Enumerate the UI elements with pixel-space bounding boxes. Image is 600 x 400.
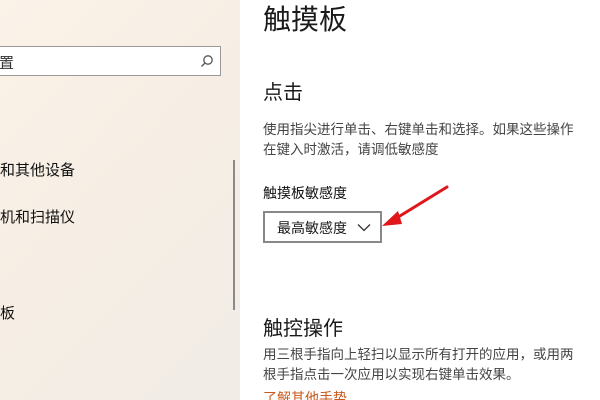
sidebar-item-label: 和其他设备 — [0, 161, 76, 179]
search-input[interactable]: 置 — [0, 46, 221, 76]
sidebar-item-touchpad[interactable]: 板 — [0, 302, 15, 323]
sidebar-item-printers-scanners[interactable]: 机和扫描仪 — [0, 206, 75, 227]
main-content: 触摸板 点击 使用指尖进行单击、右键单击和选择。如果这些操作 在键入时激活，请调… — [240, 0, 600, 400]
annotation-arrow-icon — [382, 185, 449, 226]
sidebar-item-label: 板 — [0, 304, 16, 322]
sidebar-item-bluetooth-devices[interactable]: 和其他设备 — [0, 159, 75, 180]
search-icon[interactable] — [200, 54, 214, 68]
search-text: 置 — [0, 54, 15, 72]
sidebar-item-label: 机和扫描仪 — [0, 208, 76, 226]
sidebar-scrollbar[interactable] — [233, 160, 235, 310]
sidebar: 置 和其他设备 机和扫描仪 板 — [0, 0, 240, 400]
